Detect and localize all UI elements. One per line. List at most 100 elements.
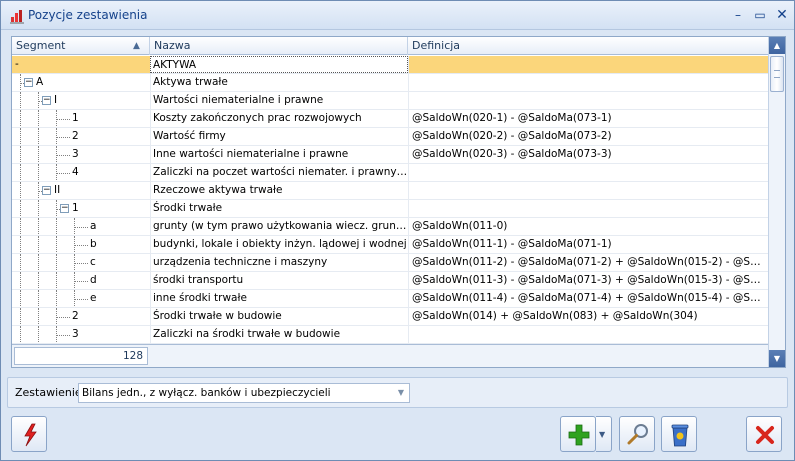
definicja-cell: @SaldoWn(020-2) - @SaldoMa(073-2) bbox=[408, 128, 766, 145]
nazwa-cell: środki transportu bbox=[150, 272, 408, 289]
tree-line bbox=[56, 128, 57, 145]
table-row[interactable]: 4 Zaliczki na poczet wartości niemater. i… bbox=[12, 164, 768, 182]
segment-cell: − I bbox=[12, 92, 150, 109]
segment-cell: − II bbox=[12, 182, 150, 199]
table-row[interactable]: b budynki, lokale i obiekty inżyn. lądowe… bbox=[12, 236, 768, 254]
tree-line bbox=[38, 308, 39, 325]
table-row[interactable]: 3 Zaliczki na środki trwałe w budowie bbox=[12, 326, 768, 344]
tree-line bbox=[20, 182, 21, 199]
title-bar[interactable]: Pozycje zestawienia – ▭ ✕ bbox=[1, 1, 794, 30]
segment-cell: −1 bbox=[12, 200, 150, 217]
collapse-icon[interactable]: − bbox=[42, 96, 51, 105]
refresh-button[interactable] bbox=[11, 416, 47, 452]
definicja-cell: @SaldoWn(020-3) - @SaldoMa(073-3) bbox=[408, 146, 766, 163]
positions-grid: Segment ▲ Nazwa Definicja - AKTYWA − A Aktyw… bbox=[11, 36, 786, 368]
tree-line bbox=[74, 245, 88, 246]
tree-line bbox=[38, 164, 39, 181]
column-header-segment[interactable]: Segment bbox=[12, 37, 150, 55]
delete-button[interactable] bbox=[661, 416, 697, 452]
column-header-definicja[interactable]: Definicja bbox=[408, 37, 768, 55]
table-row[interactable]: − I Wartości niematerialne i prawne bbox=[12, 92, 768, 110]
vertical-scrollbar[interactable]: ▲ ▼ bbox=[768, 37, 785, 367]
table-row[interactable]: −1 Środki trwałe bbox=[12, 200, 768, 218]
scroll-up-icon[interactable]: ▲ bbox=[769, 37, 785, 54]
segment-label: 1 bbox=[72, 112, 79, 124]
segment-label: 3 bbox=[72, 148, 79, 160]
table-row[interactable]: e inne środki trwałe @SaldoWn(011-4) - @Sa… bbox=[12, 290, 768, 308]
segment-cell: - bbox=[12, 56, 150, 73]
tree-line bbox=[38, 128, 39, 145]
scroll-thumb[interactable] bbox=[770, 56, 784, 92]
tree-line bbox=[74, 299, 88, 300]
tree-line bbox=[20, 92, 21, 109]
table-row[interactable]: c urządzenia techniczne i maszyny @SaldoWn… bbox=[12, 254, 768, 272]
definicja-cell: @SaldoWn(011-0) bbox=[408, 218, 766, 235]
tree-line bbox=[38, 110, 39, 127]
nazwa-cell: Zaliczki na środki trwałe w budowie bbox=[150, 326, 408, 343]
segment-label: 2 bbox=[72, 130, 79, 142]
chevron-down-icon: ▼ bbox=[599, 430, 606, 439]
segment-label: c bbox=[90, 256, 96, 268]
record-count: 128 bbox=[14, 347, 148, 365]
window-title: Pozycje zestawienia bbox=[28, 8, 148, 22]
definicja-cell bbox=[408, 164, 766, 181]
tree-line bbox=[20, 128, 21, 145]
close-button[interactable] bbox=[746, 416, 782, 452]
table-row[interactable]: − II Rzeczowe aktywa trwałe bbox=[12, 182, 768, 200]
tree-line bbox=[74, 272, 75, 289]
tree-line bbox=[20, 74, 21, 91]
table-row[interactable]: 2 Środki trwałe w budowie @SaldoWn(014) + … bbox=[12, 308, 768, 326]
table-row[interactable]: d środki transportu @SaldoWn(011-3) - @Sal… bbox=[12, 272, 768, 290]
tree-line bbox=[56, 137, 70, 138]
grid-rows: - AKTYWA − A Aktywa trwałe − I Wartości niemate… bbox=[12, 56, 768, 344]
tree-line bbox=[20, 326, 21, 343]
minimize-button[interactable]: – bbox=[728, 6, 748, 24]
segment-label: d bbox=[90, 274, 97, 286]
table-row[interactable]: a grunty (w tym prawo użytkowania wiecz. … bbox=[12, 218, 768, 236]
nazwa-cell: budynki, lokale i obiekty inżyn. lądowej… bbox=[150, 236, 408, 253]
segment-cell: − A bbox=[12, 74, 150, 91]
segment-label: e bbox=[90, 292, 97, 304]
add-menu-button[interactable]: ▼ bbox=[596, 416, 612, 452]
nazwa-cell: Inne wartości niematerialne i prawne bbox=[150, 146, 408, 163]
tree-line bbox=[38, 200, 39, 217]
tree-line bbox=[74, 218, 75, 235]
tree-line bbox=[74, 236, 75, 253]
collapse-icon[interactable]: − bbox=[42, 186, 51, 195]
tree-line bbox=[56, 317, 70, 318]
table-row[interactable]: − A Aktywa trwałe bbox=[12, 74, 768, 92]
add-button[interactable] bbox=[560, 416, 596, 452]
nazwa-cell: Środki trwałe bbox=[150, 200, 408, 217]
segment-cell: 2 bbox=[12, 128, 150, 145]
maximize-button[interactable]: ▭ bbox=[750, 6, 770, 24]
definicja-cell: @SaldoWn(011-2) - @SaldoMa(071-2) + @Sal… bbox=[408, 254, 766, 271]
definicja-cell: @SaldoWn(020-1) - @SaldoMa(073-1) bbox=[408, 110, 766, 127]
tree-line bbox=[20, 110, 21, 127]
collapse-icon[interactable]: − bbox=[24, 78, 33, 87]
nazwa-cell: urządzenia techniczne i maszyny bbox=[150, 254, 408, 271]
nazwa-cell: Koszty zakończonych prac rozwojowych bbox=[150, 110, 408, 127]
nazwa-cell: Wartości niematerialne i prawne bbox=[150, 92, 408, 109]
close-window-button[interactable]: ✕ bbox=[772, 6, 792, 24]
definicja-cell bbox=[408, 200, 766, 217]
chevron-down-icon[interactable]: ▼ bbox=[393, 384, 409, 402]
table-row[interactable]: 1 Koszty zakończonych prac rozwojowych @Sa… bbox=[12, 110, 768, 128]
definicja-cell: @SaldoWn(014) + @SaldoWn(083) + @SaldoWn… bbox=[408, 308, 766, 325]
tree-line bbox=[74, 281, 88, 282]
sort-ascending-icon[interactable]: ▲ bbox=[133, 41, 140, 51]
preview-button[interactable] bbox=[619, 416, 655, 452]
tree-line bbox=[56, 200, 57, 217]
table-row[interactable]: 3 Inne wartości niematerialne i prawne @Sa… bbox=[12, 146, 768, 164]
tree-line bbox=[38, 236, 39, 253]
tree-line bbox=[56, 173, 70, 174]
tree-line bbox=[56, 119, 70, 120]
tree-line bbox=[56, 335, 70, 336]
column-header-nazwa[interactable]: Nazwa bbox=[150, 37, 408, 55]
tree-line bbox=[74, 290, 75, 307]
table-row[interactable]: 2 Wartość firmy @SaldoWn(020-2) - @SaldoMa… bbox=[12, 128, 768, 146]
segment-label: 1 bbox=[72, 202, 79, 214]
collapse-icon[interactable]: − bbox=[60, 204, 69, 213]
scroll-down-icon[interactable]: ▼ bbox=[769, 350, 785, 367]
table-row[interactable]: - AKTYWA bbox=[12, 56, 768, 74]
zestawienie-select[interactable]: Bilans jedn., z wyłącz. banków i ubezpie… bbox=[78, 383, 410, 403]
